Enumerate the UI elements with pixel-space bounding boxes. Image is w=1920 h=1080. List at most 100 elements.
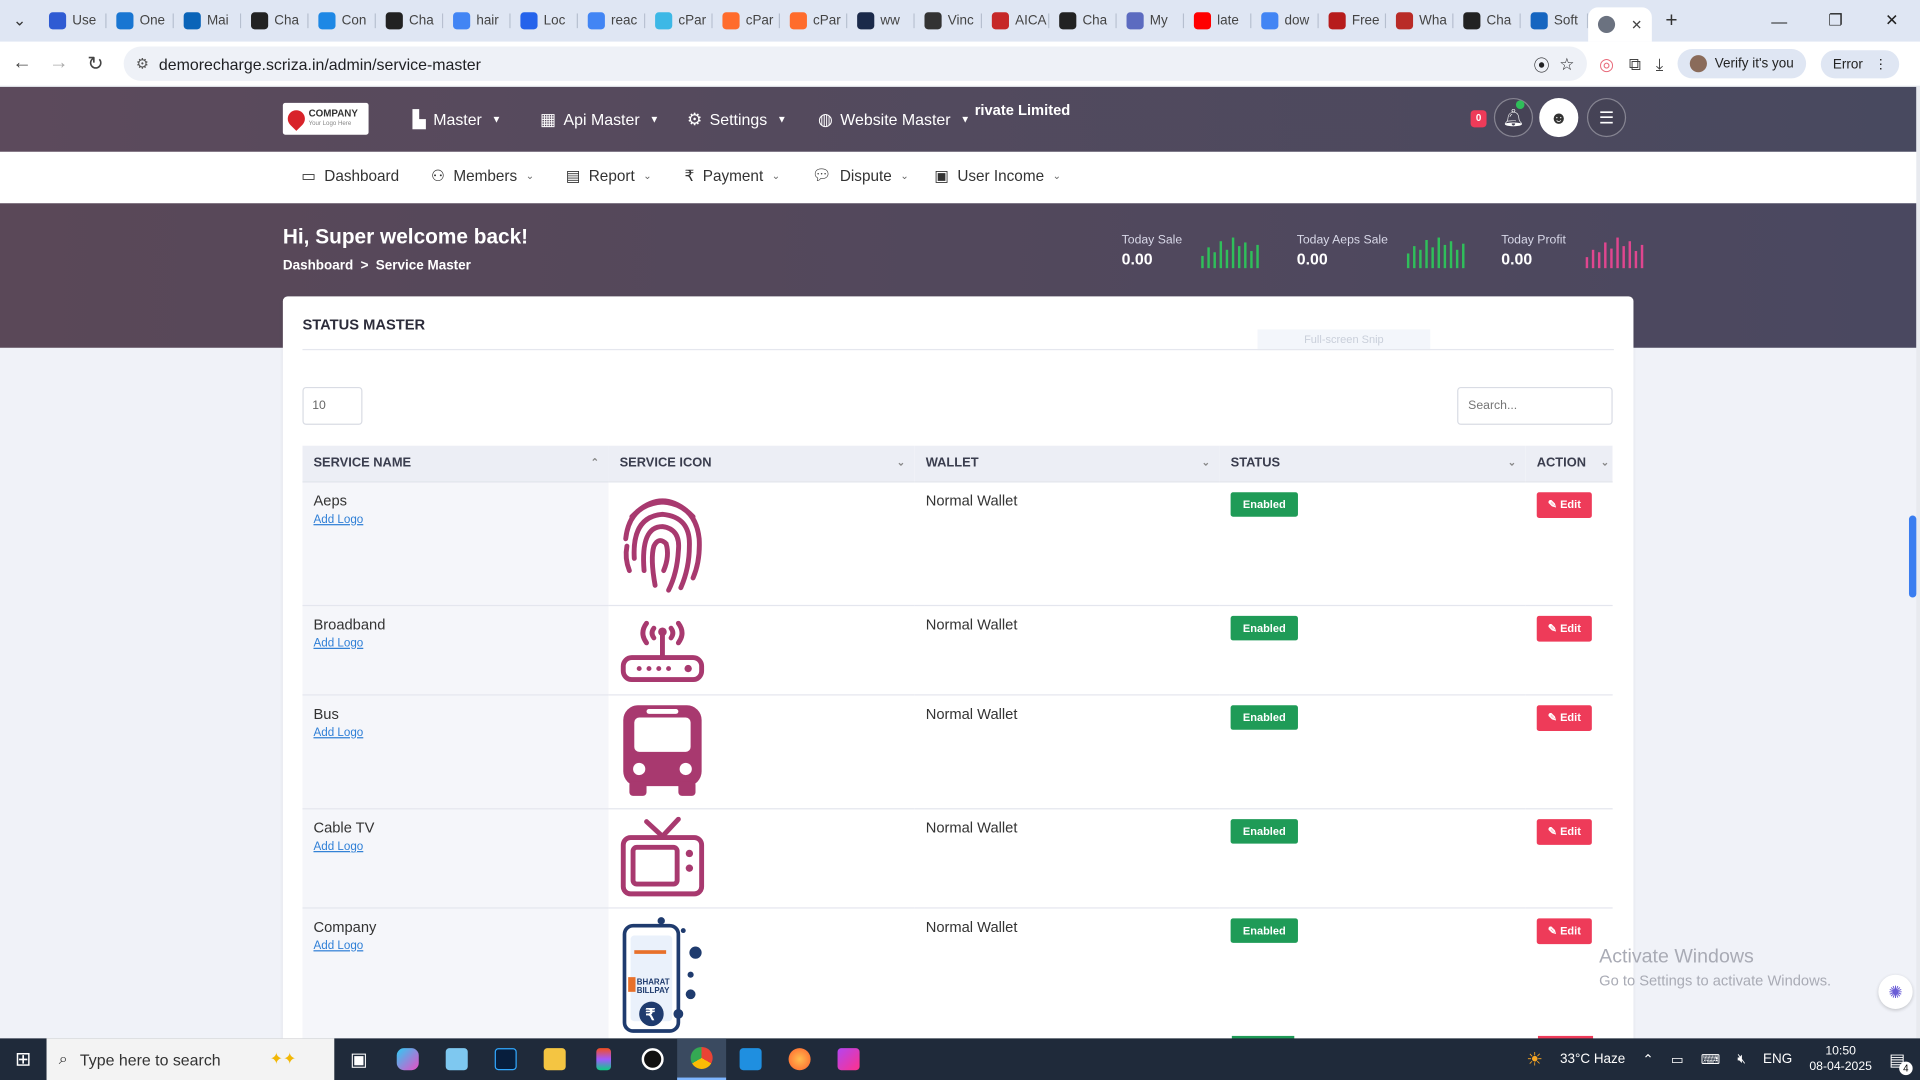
browser-tab[interactable]: Cha — [376, 4, 444, 38]
error-button[interactable]: Error ⋮ — [1820, 49, 1900, 78]
download-icon[interactable]: ⤓ — [1656, 53, 1664, 74]
copilot-app-icon[interactable] — [383, 1038, 432, 1080]
bookmark-star-icon[interactable]: ☆ — [1559, 53, 1574, 74]
forward-icon[interactable]: → — [40, 53, 77, 75]
page-length-select[interactable]: 10 — [302, 386, 363, 425]
assistant-floating-icon[interactable]: ✺ — [1878, 974, 1913, 1009]
reload-icon[interactable]: ↻ — [77, 51, 114, 75]
add-logo-link[interactable]: Add Logo — [313, 512, 597, 525]
browser-tab[interactable]: hair — [443, 4, 511, 38]
breadcrumb-dashboard[interactable]: Dashboard — [283, 258, 353, 273]
subnav-members[interactable]: ⚇ Members ⌄ — [431, 167, 534, 185]
menu-settings[interactable]: ⚙ Settings ▼ — [687, 87, 787, 152]
tab-close-icon[interactable]: ✕ — [1631, 17, 1642, 33]
weather-text[interactable]: 33°C Haze — [1560, 1052, 1625, 1067]
browser-tab[interactable]: Wha — [1386, 4, 1454, 38]
firefox-app-icon[interactable] — [775, 1038, 824, 1080]
app-icon[interactable] — [628, 1038, 677, 1080]
column-service-name[interactable]: SERVICE NAME ⌃ — [302, 445, 609, 482]
browser-tab[interactable]: cPar — [645, 4, 713, 38]
edit-button[interactable]: ✎ Edit — [1536, 615, 1592, 642]
edit-button[interactable]: ✎ Edit — [1536, 491, 1592, 518]
extension-color-icon[interactable]: ◎ — [1599, 53, 1614, 74]
browser-tab[interactable]: ww — [847, 4, 915, 38]
browser-tab[interactable]: Soft — [1521, 4, 1589, 38]
site-info-icon[interactable]: ⚙ — [136, 55, 149, 72]
browser-tab[interactable]: cPar — [713, 4, 781, 38]
file-explorer-app-icon[interactable] — [530, 1038, 579, 1080]
clock[interactable]: 10:50 08-04-2025 — [1809, 1043, 1872, 1075]
notifications-icon[interactable]: ▤ 4 — [1889, 1049, 1913, 1075]
figma-app-icon[interactable] — [579, 1038, 628, 1080]
menu-website-master[interactable]: ◍ Website Master ▼ — [818, 87, 970, 152]
browser-tab[interactable]: late — [1184, 4, 1252, 38]
url-text[interactable]: demorecharge.scriza.in/admin/service-mas… — [159, 54, 1524, 72]
add-logo-link[interactable]: Add Logo — [313, 636, 597, 649]
edit-button[interactable]: ✎ Edit — [1536, 818, 1592, 845]
subnav-report[interactable]: ▤ Report ⌄ — [566, 167, 652, 185]
hamburger-menu-icon[interactable]: ☰ — [1586, 97, 1627, 138]
task-view-icon[interactable]: ▣ — [334, 1038, 383, 1080]
subnav-dashboard[interactable]: ▭ Dashboard — [301, 167, 399, 185]
company-logo[interactable]: COMPANY Your Logo Here — [282, 102, 369, 135]
camera-icon[interactable]: ▭ — [1671, 1051, 1684, 1067]
subnav-payment[interactable]: ₹ Payment ⌄ — [684, 167, 780, 185]
browser-tab[interactable]: Free — [1319, 4, 1387, 38]
browser-tab[interactable]: Mai — [174, 4, 242, 38]
column-action[interactable]: ACTION ⌄ — [1525, 445, 1613, 482]
verify-profile-button[interactable]: Verify it's you — [1678, 48, 1806, 79]
browser-tab[interactable]: Cha — [1049, 4, 1117, 38]
network-icon[interactable]: ⌨ — [1701, 1051, 1720, 1067]
windows-start-icon[interactable]: ⊞ — [0, 1047, 47, 1071]
volume-mute-icon[interactable]: 🔇︎ — [1737, 1051, 1745, 1067]
subnav-dispute[interactable]: 💬︎ Dispute ⌄ — [812, 167, 909, 185]
back-icon[interactable]: ← — [4, 53, 41, 75]
scrollbar-thumb[interactable] — [1908, 515, 1917, 598]
add-logo-link[interactable]: Add Logo — [313, 939, 597, 952]
notepad-app-icon[interactable] — [432, 1038, 481, 1080]
page-scrollbar[interactable] — [1916, 86, 1920, 1039]
new-tab-button[interactable]: + — [1652, 9, 1691, 33]
taskbar-search[interactable]: ⌕ Type here to search ✦✦ — [46, 1038, 335, 1080]
browser-tab[interactable]: One — [107, 4, 174, 38]
browser-tab[interactable]: Cha — [1453, 4, 1521, 38]
edit-button[interactable]: ✎ Edit — [1536, 704, 1592, 731]
column-wallet[interactable]: WALLET ⌄ — [914, 445, 1220, 482]
location-icon[interactable]: ⦿ — [1534, 52, 1550, 75]
phpstorm-app-icon[interactable] — [824, 1038, 873, 1080]
subnav-user-income[interactable]: ▣ User Income ⌄ — [934, 167, 1061, 185]
user-avatar[interactable]: ☻ — [1539, 97, 1579, 138]
chrome-app-icon[interactable] — [677, 1038, 727, 1080]
add-logo-link[interactable]: Add Logo — [313, 726, 597, 739]
column-service-icon[interactable]: SERVICE ICON ⌄ — [608, 445, 915, 482]
menu-master[interactable]: ▙ Master ▼ — [413, 87, 502, 152]
menu-api-master[interactable]: ▦ Api Master ▼ — [540, 87, 659, 152]
browser-tab[interactable]: reac — [578, 4, 646, 38]
browser-tab[interactable]: AICA — [982, 4, 1050, 38]
browser-tab[interactable]: cPar — [780, 4, 848, 38]
restore-icon[interactable]: ❐ — [1807, 11, 1863, 31]
minimize-icon[interactable]: — — [1751, 12, 1807, 30]
browser-tab[interactable]: Loc — [511, 4, 578, 38]
column-status[interactable]: STATUS ⌄ — [1219, 445, 1526, 482]
add-logo-link[interactable]: Add Logo — [313, 839, 597, 852]
vscode-app-icon[interactable] — [726, 1038, 775, 1080]
browser-tab[interactable]: dow — [1251, 4, 1319, 38]
browser-tab[interactable]: Use — [39, 4, 107, 38]
browser-tab[interactable]: My — [1117, 4, 1185, 38]
browser-tab[interactable]: Vinc — [915, 4, 983, 38]
notification-bell-icon[interactable]: 🔔︎ — [1493, 97, 1534, 138]
photoshop-app-icon[interactable] — [481, 1038, 530, 1080]
tab-active[interactable]: ✕ — [1588, 7, 1652, 42]
browser-tab[interactable]: Cha — [241, 4, 309, 38]
language-indicator[interactable]: ENG — [1763, 1052, 1792, 1067]
search-input[interactable] — [1457, 386, 1613, 425]
chevron-up-icon[interactable]: ⌃ — [1642, 1051, 1653, 1067]
tab-search-chevron-icon[interactable]: ⌄ — [0, 11, 39, 31]
omnibox[interactable]: ⚙ demorecharge.scriza.in/admin/service-m… — [123, 46, 1587, 81]
wallet-badge[interactable]: 0 — [1470, 110, 1487, 128]
browser-tab[interactable]: Con — [309, 4, 376, 38]
extensions-puzzle-icon[interactable]: ⧉ — [1629, 53, 1641, 74]
close-window-icon[interactable]: ✕ — [1864, 11, 1920, 31]
edit-button[interactable]: ✎ Edit — [1536, 917, 1592, 944]
